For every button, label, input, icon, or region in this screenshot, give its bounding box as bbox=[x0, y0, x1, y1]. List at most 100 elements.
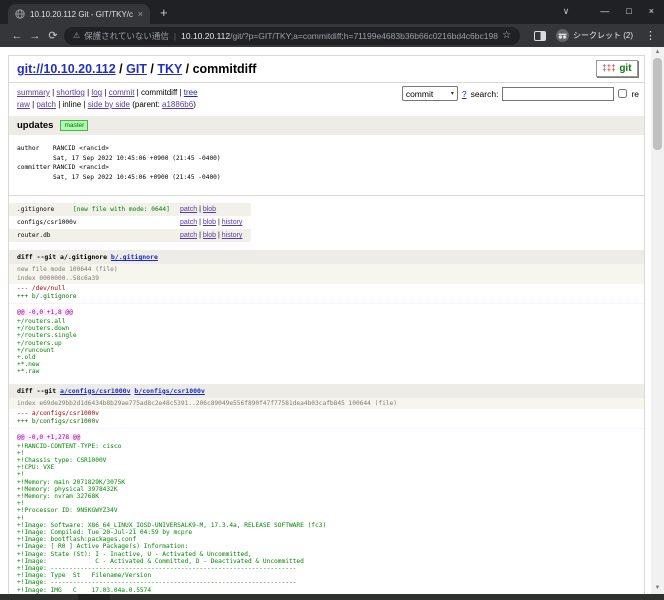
diff-lines: +/routers.all +/routers.down +/routers.s… bbox=[9, 317, 644, 376]
page-nav: summary | shortlog | log | commit | comm… bbox=[9, 83, 644, 116]
file-name: router.db bbox=[17, 232, 73, 239]
blob-link[interactable]: blob bbox=[203, 206, 216, 213]
branch-badge[interactable]: master bbox=[60, 120, 88, 131]
window-close-button[interactable]: × bbox=[649, 6, 654, 16]
diff-from-file: --- a/configs/csr1000v bbox=[9, 409, 644, 418]
diff-line: +*.new bbox=[17, 361, 636, 368]
parent-commit-link[interactable]: a1886b6 bbox=[162, 100, 193, 109]
diff-line: +!Chassis type: CSR1000V bbox=[17, 457, 636, 464]
back-icon[interactable]: ← bbox=[8, 30, 26, 42]
commit-title-row[interactable]: updates master bbox=[9, 116, 644, 135]
history-link[interactable]: history bbox=[222, 219, 243, 226]
history-link[interactable]: history bbox=[222, 232, 243, 239]
diff-line: +!Image: -------------------------------… bbox=[17, 565, 636, 572]
bookmark-star-icon[interactable]: ☆ bbox=[502, 30, 511, 41]
breadcrumb-separator: / bbox=[147, 62, 157, 76]
committer-value: RANCID <rancid> bbox=[53, 163, 109, 173]
taskbar-sliver bbox=[0, 594, 664, 600]
diff-line: +! bbox=[17, 450, 636, 457]
tab-strip: 10.10.20.112 Git - GIT/TKY/comm × + ∨ — … bbox=[0, 0, 664, 24]
blob-link[interactable]: blob bbox=[203, 219, 216, 226]
url-host: 10.10.20.112 bbox=[181, 31, 230, 41]
page-header: git://10.10.20.112 / GIT / TKY / commitd… bbox=[9, 56, 644, 83]
project-link[interactable]: TKY bbox=[157, 62, 182, 76]
breadcrumb-separator: / bbox=[116, 62, 126, 76]
diff-from-file: --- /dev/null bbox=[9, 284, 644, 293]
author-date: Sat, 17 Sep 2022 10:45:06 +0900 (21:45 -… bbox=[53, 154, 221, 164]
url-separator: | bbox=[174, 31, 176, 41]
diff-line: +!Image: Type St Filename/Version bbox=[17, 572, 636, 579]
scrollbar-thumb[interactable] bbox=[653, 58, 662, 150]
diff-file-link-b[interactable]: b/configs/csr1000v bbox=[134, 387, 204, 395]
search-type-select[interactable]: commit ▾ bbox=[402, 86, 458, 101]
diff-line: +! bbox=[17, 500, 636, 507]
page-title: commitdiff bbox=[193, 62, 257, 76]
minimize-button[interactable]: — bbox=[600, 6, 609, 16]
search-help-link[interactable]: ? bbox=[462, 88, 467, 100]
diff-line: +/routers.single bbox=[17, 332, 636, 339]
new-tab-button[interactable]: + bbox=[160, 4, 168, 22]
diff-line: +!Memory: main 2071829K/3075K bbox=[17, 479, 636, 486]
diff-line: +/routers.all bbox=[17, 318, 636, 325]
scroll-down-icon[interactable]: ▼ bbox=[651, 583, 664, 594]
nav-log[interactable]: log bbox=[91, 88, 102, 97]
tab-close-icon[interactable]: × bbox=[138, 10, 143, 19]
diff-line: +!Image: C - Activated & Committed, D - … bbox=[17, 558, 636, 565]
breadcrumb-separator: / bbox=[182, 62, 192, 76]
reload-icon[interactable]: ⟳ bbox=[44, 29, 62, 42]
blob-link[interactable]: blob bbox=[203, 232, 216, 239]
file-row: .gitignore[new file with mode: 0644] pat… bbox=[9, 203, 251, 216]
divider bbox=[9, 195, 644, 196]
diff-line: +.old bbox=[17, 354, 636, 361]
diff-extended-header: new file mode 100644 (file) index 000000… bbox=[9, 264, 644, 284]
browser-chrome: 10.10.20.112 Git - GIT/TKY/comm × + ∨ — … bbox=[0, 0, 664, 47]
git-logo-label: git bbox=[619, 63, 631, 74]
committer-date: Sat, 17 Sep 2022 10:45:06 +0900 (21:45 -… bbox=[53, 173, 221, 183]
browser-tab[interactable]: 10.10.20.112 Git - GIT/TKY/comm × bbox=[8, 4, 150, 24]
nav-tree[interactable]: tree bbox=[184, 88, 198, 97]
nav-commit[interactable]: commit bbox=[109, 88, 135, 97]
patch-link[interactable]: patch bbox=[180, 219, 197, 226]
index-line: index e69de29bb2d1d6434b8b29ae775ad8c2e4… bbox=[17, 399, 636, 408]
side-panel-icon[interactable] bbox=[534, 31, 546, 41]
vertical-scrollbar[interactable]: ▲ ▼ bbox=[651, 47, 664, 594]
diff-file-link[interactable]: b/.gitignore bbox=[111, 253, 158, 261]
patch-link[interactable]: patch bbox=[180, 206, 197, 213]
diff-block-gitignore: diff --git a/.gitignore b/.gitignore new… bbox=[9, 250, 644, 376]
search-input[interactable] bbox=[502, 87, 614, 101]
url-bar[interactable]: ⚠ 保護されていない通信 | 10.10.20.112 /git/?p=GIT/… bbox=[64, 27, 520, 45]
search-type-value: commit bbox=[406, 88, 433, 100]
search-label: search: bbox=[471, 88, 499, 100]
page-viewport: git://10.10.20.112 / GIT / TKY / commitd… bbox=[0, 47, 664, 594]
file-name: configs/csr1000v bbox=[17, 219, 77, 226]
file-row: configs/csr1000v patch | blob | history bbox=[9, 216, 251, 229]
nav-side-by-side[interactable]: side by side bbox=[88, 100, 130, 109]
security-label[interactable]: 保護されていない通信 bbox=[84, 30, 169, 42]
group-link[interactable]: GIT bbox=[126, 62, 147, 76]
diff-file-link-a[interactable]: a/configs/csr1000v bbox=[60, 387, 130, 395]
patch-link[interactable]: patch bbox=[180, 232, 197, 239]
repo-root-link[interactable]: git://10.10.20.112 bbox=[17, 62, 116, 76]
diff-line: +!RANCID-CONTENT-TYPE: cisco bbox=[17, 443, 636, 450]
scroll-up-icon[interactable]: ▲ bbox=[651, 47, 664, 58]
changed-files-list: .gitignore[new file with mode: 0644] pat… bbox=[9, 203, 644, 242]
regexp-checkbox[interactable] bbox=[618, 89, 627, 98]
nav-summary[interactable]: summary bbox=[17, 88, 50, 97]
diff-line: +!Image: IMG C 17.03.04a.0.5574 bbox=[17, 587, 636, 594]
diff-header: diff --git a/.gitignore b/.gitignore bbox=[9, 250, 644, 264]
nav-patch[interactable]: patch bbox=[36, 100, 56, 109]
url-path: /git/?p=GIT/TKY;a=commitdiff;h=71199e468… bbox=[230, 31, 498, 41]
forward-icon[interactable]: → bbox=[26, 30, 44, 42]
gitweb-content: git://10.10.20.112 / GIT / TKY / commitd… bbox=[8, 55, 645, 594]
menu-kebab-icon[interactable]: ⋮ bbox=[645, 29, 656, 42]
chevron-down-icon: ▾ bbox=[451, 88, 454, 100]
author-label: author bbox=[17, 144, 53, 154]
chunk-header: @@ -0,0 +1,8 @@ bbox=[9, 303, 644, 317]
maximize-button[interactable]: □ bbox=[626, 6, 631, 16]
nav-raw[interactable]: raw bbox=[17, 100, 30, 109]
tab-search-icon[interactable]: ∨ bbox=[563, 6, 570, 17]
gitweb-logo-button[interactable]: ++++++ git bbox=[596, 60, 638, 77]
diff-to-file: +++ b/.gitignore bbox=[9, 293, 644, 301]
index-line: index 0000000..58c6a39 bbox=[17, 274, 636, 283]
nav-shortlog[interactable]: shortlog bbox=[56, 88, 84, 97]
